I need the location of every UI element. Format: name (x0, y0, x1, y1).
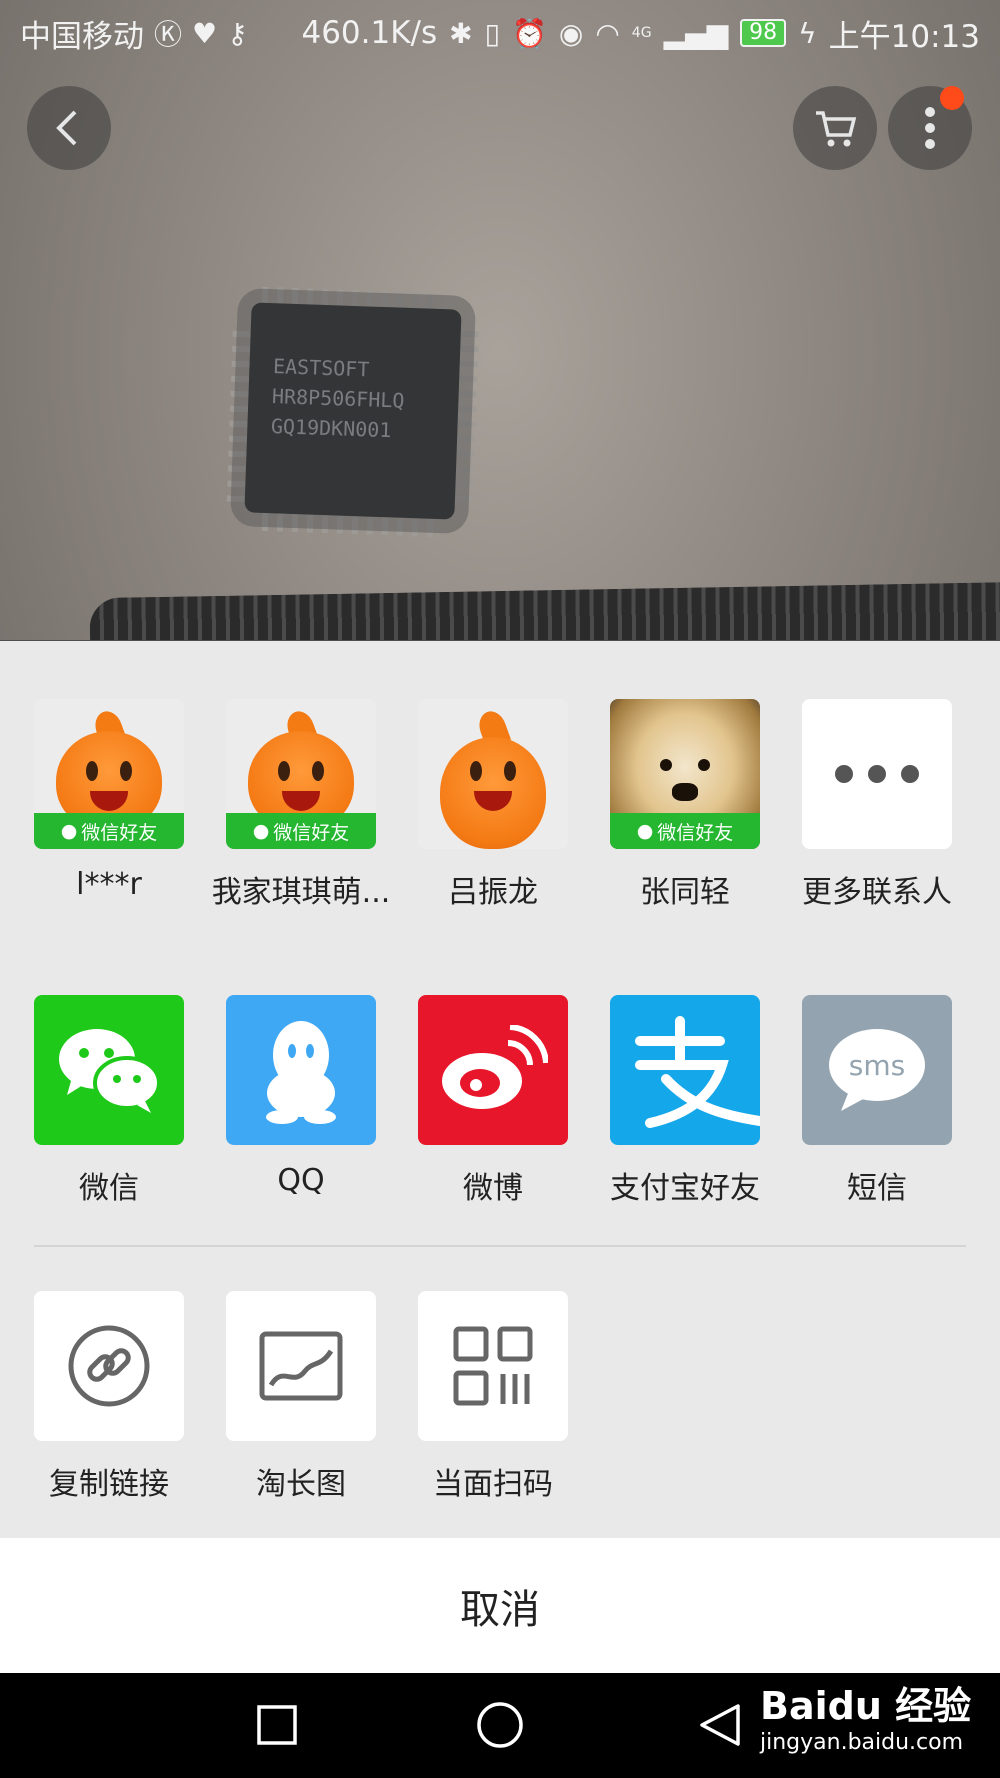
more-contacts-label: 更多联系人 (802, 875, 952, 910)
sheet-divider (34, 1245, 966, 1247)
share-sheet: ● 微信好友 l***r ● 微信好友 我家琪琪萌... 吕振龙 ● 微信好友 … (0, 641, 1000, 1538)
share-alipay[interactable]: 支付宝好友 (589, 995, 781, 1207)
qq-tile (226, 995, 376, 1145)
share-sms[interactable]: sms 短信 (781, 995, 973, 1207)
clock: 上午10:13 (828, 18, 980, 55)
weibo-label: 微博 (463, 1171, 523, 1206)
link-icon (68, 1325, 150, 1407)
contact-avatar: ● 微信好友 (34, 699, 184, 849)
signal-icon: ▂▄▆ (663, 16, 729, 50)
app-row: 微信 QQ 微博 支付宝好友 sms 短信 (0, 995, 1000, 1235)
vibrate-icon: ▯ (484, 16, 501, 50)
sms-label: 短信 (847, 1171, 907, 1206)
image-icon (259, 1331, 343, 1401)
contact-avatar: ● 微信好友 (610, 699, 760, 849)
more-contacts-tile (802, 699, 952, 849)
watermark-sub: jingyan.baidu.com (760, 1730, 964, 1755)
wechat-friend-badge: ● 微信好友 (226, 813, 376, 849)
key-icon: ⚷ (227, 16, 248, 50)
battery-icon: 98 (740, 19, 787, 47)
more-vertical-icon (925, 107, 935, 149)
more-contacts-item[interactable]: 更多联系人 (781, 699, 973, 911)
scan-code-button[interactable]: 当面扫码 (397, 1291, 589, 1503)
wifi-icon: ◠ (595, 16, 620, 50)
copy-link-label: 复制链接 (49, 1467, 169, 1502)
contact-item[interactable]: 吕振龙 (397, 699, 589, 911)
alarm-icon: ⏰ (512, 16, 547, 50)
heart-icon: ♥ (192, 16, 218, 50)
back-button[interactable] (27, 86, 111, 170)
contact-name: 张同轻 (640, 875, 730, 910)
sms-tile: sms (802, 995, 952, 1145)
share-qq[interactable]: QQ (205, 995, 397, 1198)
network-type: 4G (631, 25, 652, 41)
share-wechat[interactable]: 微信 (13, 995, 205, 1207)
qr-code-icon (453, 1326, 533, 1406)
network-speed: 460.1K/s (301, 15, 438, 51)
wechat-icon: ● (252, 820, 270, 842)
wechat-label: 微信 (79, 1171, 139, 1206)
chip-marking: EASTSOFT HR8P506FHLQ GQ19DKN001 (270, 351, 443, 447)
weibo-tile (418, 995, 568, 1145)
triangle-back-icon (700, 1704, 740, 1746)
qq-icon (266, 1021, 336, 1124)
contact-item[interactable]: ● 微信好友 张同轻 (589, 699, 781, 911)
alipay-label: 支付宝好友 (610, 1171, 760, 1206)
contact-name: 我家琪琪萌... (211, 875, 391, 910)
chevron-left-icon (56, 110, 77, 146)
contact-avatar: ● 微信好友 (226, 699, 376, 849)
contact-avatar (418, 699, 568, 849)
alipay-tile (610, 995, 760, 1145)
contact-name: l***r (76, 867, 142, 902)
eye-icon: ◉ (558, 16, 584, 50)
cart-button[interactable] (793, 86, 877, 170)
wechat-icon: ● (636, 820, 654, 842)
contact-row: ● 微信好友 l***r ● 微信好友 我家琪琪萌... 吕振龙 ● 微信好友 … (0, 699, 1000, 939)
long-image-button[interactable]: 淘长图 (205, 1291, 397, 1503)
system-back-button[interactable] (690, 1695, 750, 1755)
circle-icon (477, 1702, 523, 1748)
long-image-label: 淘长图 (256, 1467, 346, 1502)
long-image-tile (226, 1291, 376, 1441)
sms-icon: sms (829, 1029, 925, 1111)
carrier-label: 中国移动 (20, 18, 144, 55)
status-bar: 中国移动 Ⓚ ♥ ⚷ 460.1K/s ✱ ▯ ⏰ ◉ ◠ 4G ▂▄▆ 98 … (0, 0, 1000, 66)
svg-text:sms: sms (849, 1049, 905, 1082)
wechat-icon (59, 1029, 161, 1113)
charging-icon: ϟ (798, 16, 817, 50)
copy-link-tile (34, 1291, 184, 1441)
qq-label: QQ (277, 1163, 325, 1198)
scan-code-tile (418, 1291, 568, 1441)
alipay-icon (635, 1016, 760, 1128)
wechat-friend-badge: ● 微信好友 (34, 813, 184, 849)
scan-code-label: 当面扫码 (433, 1467, 553, 1502)
chip-marking-line: GQ19DKN001 (270, 414, 392, 443)
contact-name: 吕振龙 (448, 875, 538, 910)
square-icon (257, 1705, 297, 1745)
wechat-tile (34, 995, 184, 1145)
notification-dot (940, 86, 964, 110)
utility-row: 复制链接 淘长图 当面扫码 (0, 1291, 1000, 1531)
contact-item[interactable]: ● 微信好友 我家琪琪萌... (205, 699, 397, 911)
bluetooth-icon: ✱ (449, 16, 473, 50)
share-weibo[interactable]: 微博 (397, 995, 589, 1207)
weibo-icon (442, 1025, 548, 1109)
recents-button[interactable] (247, 1695, 307, 1755)
contact-item[interactable]: ● 微信好友 l***r (13, 699, 205, 902)
wechat-friend-badge: ● 微信好友 (610, 813, 760, 849)
k-circle-icon: Ⓚ (154, 18, 183, 51)
home-button[interactable] (470, 1695, 530, 1755)
cart-icon (816, 111, 857, 147)
watermark-main: Baidu 经验 (760, 1684, 972, 1728)
wechat-icon: ● (60, 820, 78, 842)
copy-link-button[interactable]: 复制链接 (13, 1291, 205, 1503)
baidu-watermark: Baidu 经验 jingyan.baidu.com (760, 1675, 971, 1755)
cancel-button[interactable]: 取消 (0, 1538, 1000, 1673)
more-horizontal-icon (835, 765, 919, 783)
